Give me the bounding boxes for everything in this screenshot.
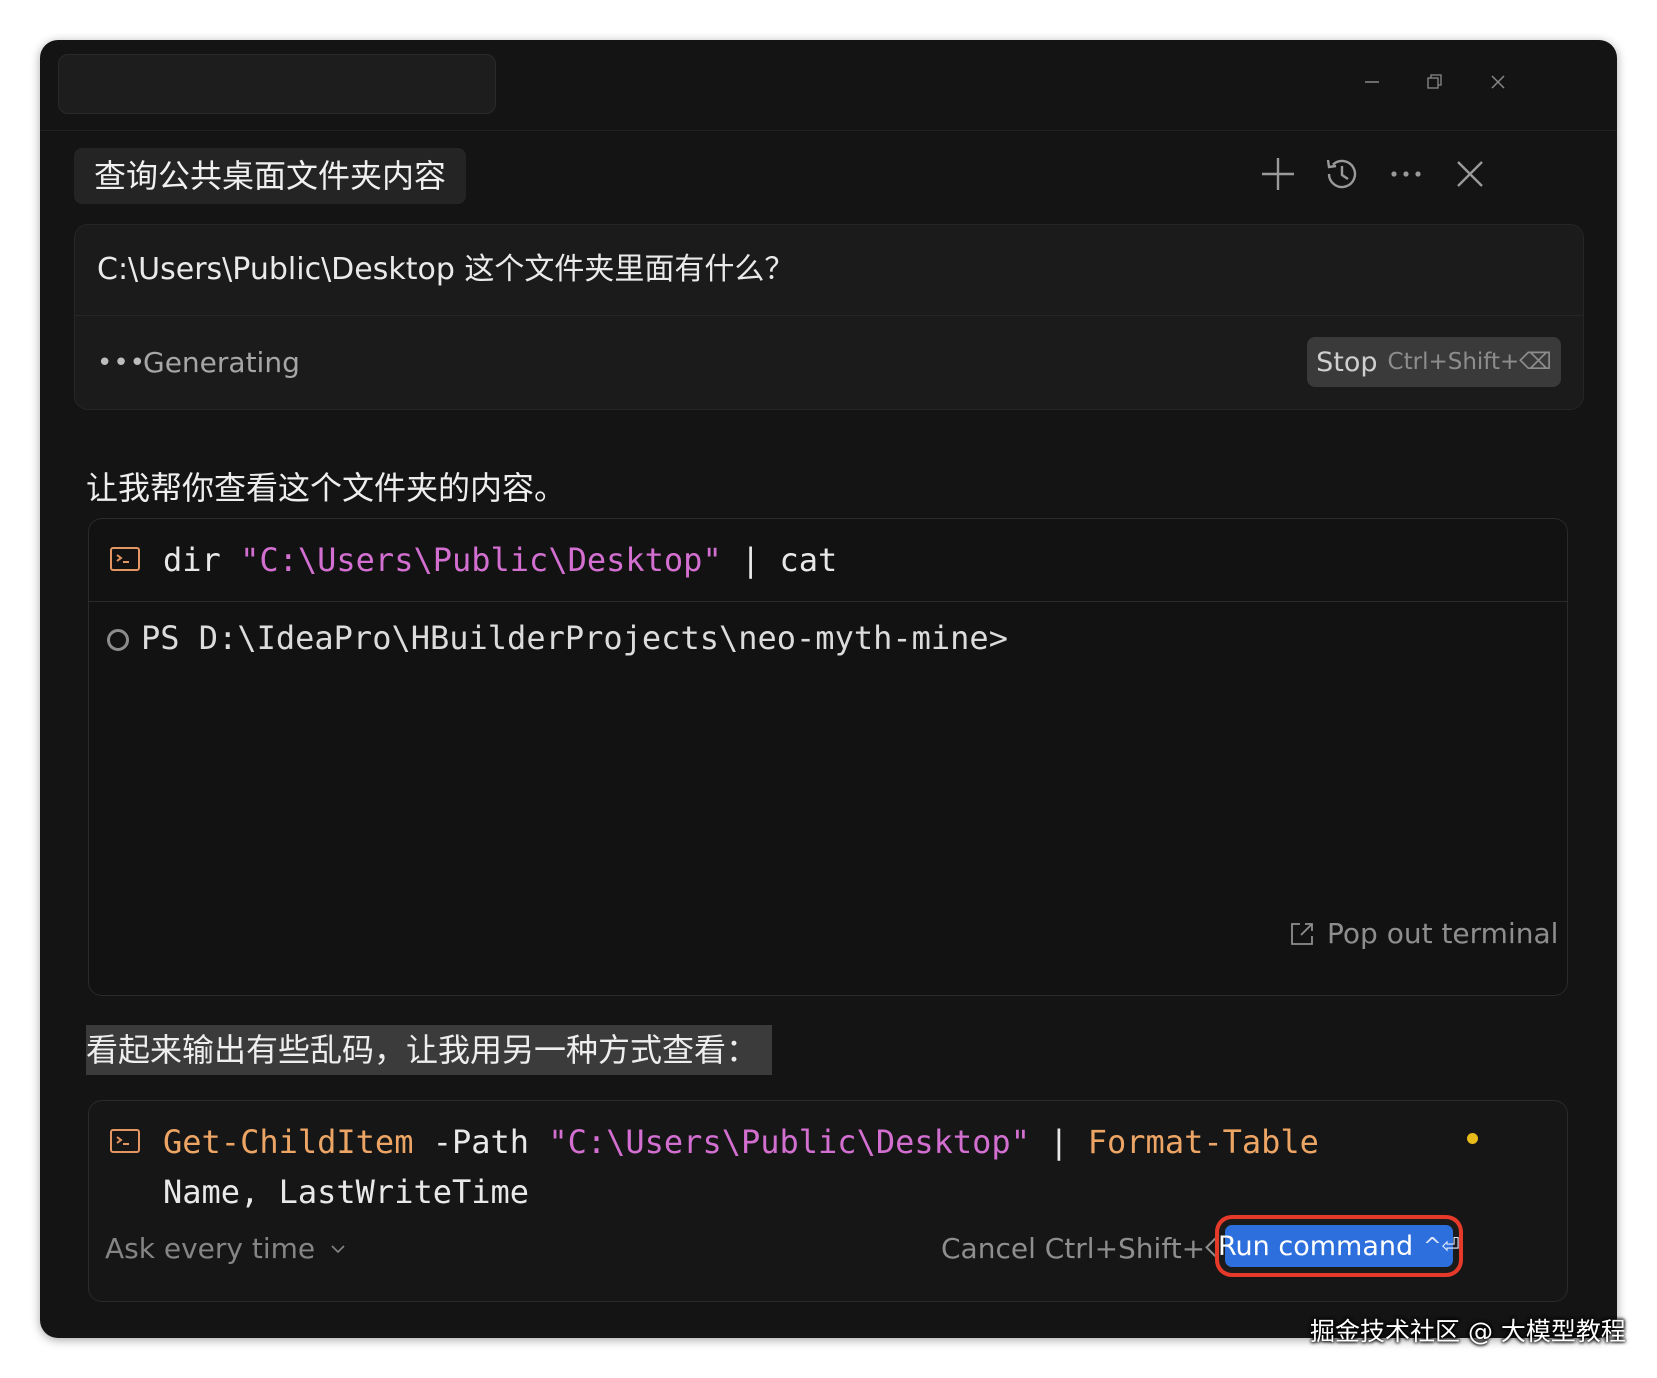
pending-command-block: Get-ChildItem -Path "C:\Users\Public\Des… [88, 1100, 1568, 1302]
cmd-name: Get-ChildItem [163, 1123, 414, 1161]
pop-out-terminal-button[interactable]: Pop out terminal [1289, 917, 1558, 950]
external-link-icon [1291, 922, 1313, 945]
terminal-command-row: dir "C:\Users\Public\Desktop" | cat [89, 519, 1567, 602]
cmd-pipe: | [740, 541, 761, 579]
minimize-icon[interactable] [1350, 62, 1394, 102]
assistant-message-highlighted: 看起来输出有些乱码，让我用另一种方式查看： [86, 1025, 773, 1075]
query-text: C:\Users\Public\Desktop 这个文件夹里面有什么？ [97, 252, 795, 287]
cmd-path: "C:\Users\Public\Desktop" [240, 541, 722, 579]
approval-mode-label: Ask every time [105, 1232, 316, 1265]
query-box: C:\Users\Public\Desktop 这个文件夹里面有什么？ ••• … [74, 224, 1584, 410]
cancel-button[interactable]: Cancel Ctrl+Shift+⌫ [941, 1227, 1245, 1271]
chevron-down-icon [331, 1245, 345, 1254]
terminal-command: dir "C:\Users\Public\Desktop" | cat [163, 533, 837, 587]
chat-title[interactable]: 查询公共桌面文件夹内容 [74, 148, 467, 204]
cmd-flag: -Path [432, 1123, 530, 1161]
run-command-label: Run command [1218, 1230, 1414, 1262]
assistant-message: 让我帮你查看这个文件夹的内容。 [86, 469, 567, 507]
pending-command-line2: Name, LastWriteTime [163, 1173, 530, 1211]
title-bar [40, 40, 1617, 131]
chat-header: 查询公共桌面文件夹内容 [40, 140, 1617, 220]
prompt-status-icon [107, 629, 129, 651]
terminal-icon [109, 1127, 141, 1155]
divider [75, 315, 1583, 316]
terminal-prompt: PS D:\IdeaPro\HBuilderProjects\neo-myth-… [141, 619, 1008, 657]
pending-command-line1: Get-ChildItem -Path "C:\Users\Public\Des… [163, 1115, 1319, 1169]
pop-out-label: Pop out terminal [1327, 917, 1559, 950]
run-command-shortcut: ^⏎ [1423, 1233, 1460, 1259]
terminal-icon [109, 545, 141, 573]
watermark: 掘金技术社区 @ 大模型教程 [1310, 1317, 1626, 1346]
more-icon[interactable] [1380, 148, 1432, 200]
stop-shortcut: Ctrl+Shift+⌫ [1387, 349, 1552, 375]
approval-mode-dropdown[interactable]: Ask every time [105, 1227, 347, 1271]
cmd-name: dir [163, 541, 221, 579]
app-window: 查询公共桌面文件夹内容 C:\Users\Public\Desktop 这个文件… [40, 40, 1617, 1338]
pending-indicator-icon [1467, 1133, 1478, 1144]
cmd-path: "C:\Users\Public\Desktop" [548, 1123, 1030, 1161]
cmd-pipe: | [1049, 1123, 1069, 1161]
plus-icon[interactable] [1252, 148, 1304, 200]
terminal-block: dir "C:\Users\Public\Desktop" | cat PS D… [88, 518, 1568, 996]
stop-button[interactable]: Stop Ctrl+Shift+⌫ [1307, 337, 1561, 387]
restore-icon[interactable] [1412, 62, 1456, 102]
history-icon[interactable] [1316, 148, 1368, 200]
close-chat-icon[interactable] [1444, 148, 1496, 200]
title-bar-field[interactable] [58, 54, 496, 114]
generating-dots-icon: ••• [97, 348, 147, 378]
close-icon[interactable] [1476, 62, 1520, 102]
cmd-tail: cat [779, 541, 838, 579]
stop-button-label: Stop [1316, 346, 1378, 378]
run-command-button[interactable]: Run command ^⏎ [1218, 1225, 1460, 1267]
cmd-format: Format-Table [1087, 1123, 1319, 1161]
generating-status: Generating [143, 346, 300, 379]
